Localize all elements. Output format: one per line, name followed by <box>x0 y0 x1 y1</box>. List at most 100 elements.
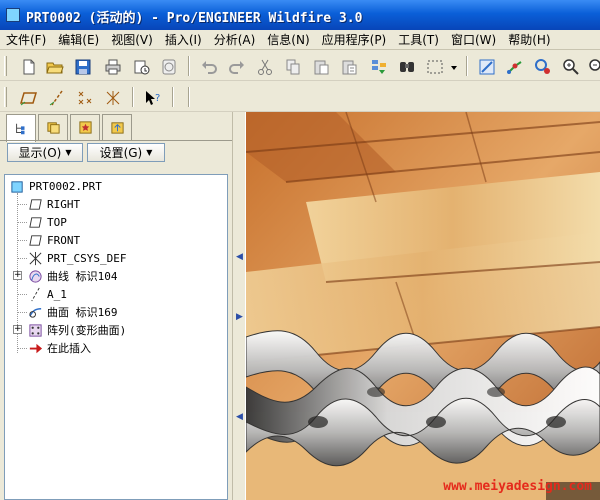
csys-icon[interactable] <box>102 87 124 108</box>
menu-analysis[interactable]: 分析(A) <box>208 31 262 49</box>
show-dropdown-button[interactable]: 显示(O) ▼ <box>7 143 83 162</box>
menu-insert[interactable]: 插入(I) <box>159 31 208 49</box>
find-icon[interactable] <box>396 56 418 77</box>
send-mail-icon[interactable] <box>130 56 152 77</box>
menu-view[interactable]: 视图(V) <box>105 31 159 49</box>
datum-plane-icon <box>27 214 43 230</box>
menu-info[interactable]: 信息(N) <box>261 31 315 49</box>
print-icon[interactable] <box>102 56 124 77</box>
settings-dropdown-button[interactable]: 设置(G) ▼ <box>87 143 165 162</box>
menu-edit[interactable]: 编辑(E) <box>52 31 105 49</box>
tree-item-label: PRT_CSYS_DEF <box>47 251 127 265</box>
new-icon[interactable] <box>18 56 40 77</box>
toolbar-separator <box>172 87 174 107</box>
spin-center-icon[interactable] <box>504 56 526 77</box>
history-tab[interactable] <box>102 114 132 140</box>
tree-item-label: 阵列(变形曲面) <box>47 324 127 337</box>
tree-root[interactable]: PRT0002.PRT <box>9 177 102 195</box>
folder-browser-icon <box>46 122 60 134</box>
select-box-icon[interactable] <box>424 56 446 77</box>
menu-applications[interactable]: 应用程序(P) <box>316 31 393 49</box>
tree-item-front[interactable]: FRONT <box>27 231 80 249</box>
graphics-viewport[interactable]: www.meiyadesign.com <box>246 112 600 500</box>
model-tree[interactable]: PRT0002.PRT RIGHT TOP FRONT PRT_CSYS_DEF <box>4 174 228 500</box>
window-title: PRT0002 (活动的) - Pro/ENGINEER Wildfire 3.… <box>26 11 363 26</box>
undo-icon[interactable] <box>198 56 220 77</box>
tree-item-axis[interactable]: A_1 <box>27 285 67 303</box>
whats-this-icon[interactable]: ? <box>142 87 164 108</box>
tree-connector <box>17 258 27 259</box>
tree-item-csys[interactable]: PRT_CSYS_DEF <box>27 249 126 267</box>
tree-item-curve[interactable]: 曲线 标识104 <box>27 267 118 285</box>
collapse-right-icon[interactable]: ▶ <box>236 312 243 322</box>
model-tree-tab[interactable] <box>6 114 36 142</box>
datum-plane-icon <box>27 196 43 212</box>
open-icon[interactable] <box>44 56 66 77</box>
copy-icon[interactable] <box>282 56 304 77</box>
datum-point-icon[interactable] <box>74 87 96 108</box>
datum-plane-icon[interactable] <box>18 87 40 108</box>
main-toolbar <box>0 51 600 81</box>
toolbar-separator <box>188 87 190 107</box>
axis-icon <box>27 286 43 302</box>
panel-splitter[interactable]: ◀ ▶ ◀ <box>232 112 246 500</box>
menu-tools[interactable]: 工具(T) <box>392 31 445 49</box>
zoom-in-icon[interactable] <box>560 56 582 77</box>
model-render <box>246 112 600 500</box>
zoom-out-icon[interactable] <box>586 56 600 77</box>
cut-icon[interactable] <box>254 56 276 77</box>
datum-axis-icon[interactable] <box>46 87 68 108</box>
collapse-left-icon[interactable]: ◀ <box>236 412 243 422</box>
datum-toolbar: ? <box>0 82 600 112</box>
tree-connector <box>17 204 27 205</box>
title-bar: PRT0002 (活动的) - Pro/ENGINEER Wildfire 3.… <box>0 0 600 30</box>
collapse-left-icon[interactable]: ◀ <box>236 252 243 262</box>
tree-item-label: 曲面 标识169 <box>47 306 118 319</box>
toolbar-separator <box>132 87 134 107</box>
tab-strip-divider <box>0 140 232 141</box>
tree-item-surface[interactable]: 曲面 标识169 <box>27 303 118 321</box>
toolbar-separator <box>188 56 190 76</box>
favorites-tab[interactable] <box>70 114 100 140</box>
tree-item-pattern[interactable]: 阵列(变形曲面) <box>27 321 126 339</box>
tree-connector <box>17 294 27 295</box>
app-icon <box>6 8 20 22</box>
model-tree-icon <box>16 123 25 134</box>
tree-item-label: A_1 <box>47 287 67 301</box>
layer-tab[interactable] <box>38 114 68 140</box>
history-icon <box>110 122 124 134</box>
menu-file[interactable]: 文件(F) <box>0 31 52 49</box>
tree-item-top[interactable]: TOP <box>27 213 67 231</box>
repaint-icon[interactable] <box>476 56 498 77</box>
redo-icon[interactable] <box>226 56 248 77</box>
paste-icon[interactable] <box>310 56 332 77</box>
menu-help[interactable]: 帮助(H) <box>502 31 556 49</box>
pattern-icon <box>27 322 43 338</box>
orient-icon[interactable] <box>532 56 554 77</box>
menu-window[interactable]: 窗口(W) <box>445 31 502 49</box>
show-button-label: 显示(O) <box>18 146 62 160</box>
tree-item-label: FRONT <box>47 233 81 247</box>
datum-plane-icon <box>27 232 43 248</box>
tree-connector <box>17 312 27 313</box>
tree-item-insert-here[interactable]: 在此插入 <box>27 339 91 357</box>
toolbar-grip[interactable] <box>4 87 7 107</box>
watermark-text: www.meiyadesign.com <box>443 479 592 494</box>
regenerate-icon[interactable] <box>368 56 390 77</box>
csys-icon <box>27 250 43 266</box>
expand-toggle-icon[interactable]: + <box>13 271 22 280</box>
chevron-down-icon: ▼ <box>65 148 72 157</box>
save-icon[interactable] <box>72 56 94 77</box>
toolbar-grip[interactable] <box>4 56 7 76</box>
part-icon <box>9 178 25 194</box>
favorites-icon <box>78 121 92 134</box>
tree-item-label: RIGHT <box>47 197 81 211</box>
select-dropdown-arrow-icon[interactable] <box>448 56 460 77</box>
collaborate-icon[interactable] <box>158 56 180 77</box>
tree-connector <box>17 222 27 223</box>
tree-connector <box>17 348 27 349</box>
settings-button-label: 设置(G) <box>99 146 143 160</box>
tree-item-right[interactable]: RIGHT <box>27 195 80 213</box>
expand-toggle-icon[interactable]: + <box>13 325 22 334</box>
paste-special-icon[interactable] <box>338 56 360 77</box>
